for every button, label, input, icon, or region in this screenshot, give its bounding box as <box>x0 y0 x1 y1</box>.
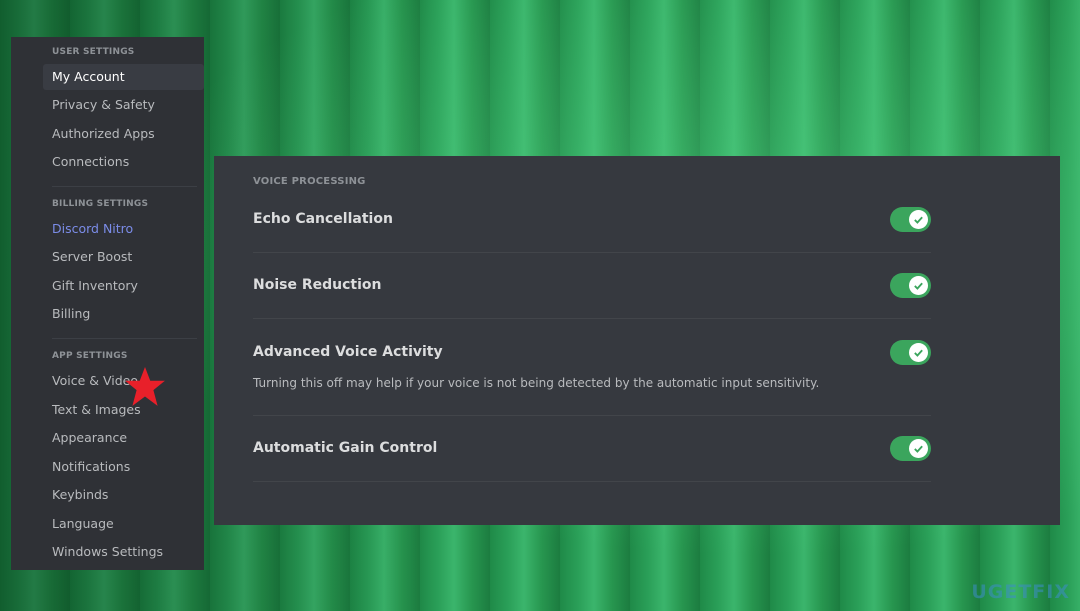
setting-title: Noise Reduction <box>253 277 382 293</box>
check-icon <box>909 343 928 362</box>
voice-processing-panel: VOICE PROCESSING Echo Cancellation Noise… <box>214 156 1060 525</box>
setting-description: Turning this off may help if your voice … <box>253 376 820 390</box>
sidebar-item-server-boost[interactable]: Server Boost <box>43 244 204 270</box>
sidebar-item-windows-settings[interactable]: Windows Settings <box>43 539 204 565</box>
sidebar-item-keybinds[interactable]: Keybinds <box>43 482 204 508</box>
setting-advanced-voice-activity: Advanced Voice Activity Turning this off… <box>253 340 931 390</box>
divider <box>253 252 931 253</box>
sidebar-item-gift-inventory[interactable]: Gift Inventory <box>43 273 204 299</box>
sidebar-item-privacy-safety[interactable]: Privacy & Safety <box>43 92 204 118</box>
echo-cancellation-toggle[interactable] <box>890 207 931 232</box>
section-billing-settings: BILLING SETTINGS <box>52 199 149 209</box>
watermark-logo: UGETFIX <box>971 581 1070 603</box>
setting-title: Automatic Gain Control <box>253 440 438 456</box>
sidebar-item-language[interactable]: Language <box>43 511 204 537</box>
sidebar-item-my-account[interactable]: My Account <box>43 64 204 90</box>
sidebar-item-discord-nitro[interactable]: Discord Nitro <box>43 216 204 242</box>
annotation-star-icon <box>125 367 165 406</box>
section-header: VOICE PROCESSING <box>253 176 366 187</box>
sidebar-item-notifications[interactable]: Notifications <box>43 454 204 480</box>
divider <box>253 415 931 416</box>
divider <box>253 481 931 482</box>
check-icon <box>909 276 928 295</box>
setting-noise-reduction: Noise Reduction <box>253 273 931 298</box>
check-icon <box>909 439 928 458</box>
setting-title: Echo Cancellation <box>253 211 393 227</box>
divider <box>52 186 197 187</box>
setting-echo-cancellation: Echo Cancellation <box>253 207 931 232</box>
section-user-settings: USER SETTINGS <box>52 47 135 57</box>
check-icon <box>909 210 928 229</box>
section-app-settings: APP SETTINGS <box>52 351 128 361</box>
settings-sidebar: USER SETTINGS My Account Privacy & Safet… <box>11 37 204 570</box>
advanced-voice-activity-toggle[interactable] <box>890 340 931 365</box>
divider <box>253 318 931 319</box>
sidebar-item-connections[interactable]: Connections <box>43 149 204 175</box>
divider <box>52 338 197 339</box>
noise-reduction-toggle[interactable] <box>890 273 931 298</box>
sidebar-item-billing[interactable]: Billing <box>43 301 204 327</box>
sidebar-item-appearance[interactable]: Appearance <box>43 425 204 451</box>
automatic-gain-control-toggle[interactable] <box>890 436 931 461</box>
setting-automatic-gain-control: Automatic Gain Control <box>253 436 931 461</box>
sidebar-item-authorized-apps[interactable]: Authorized Apps <box>43 121 204 147</box>
setting-title: Advanced Voice Activity <box>253 344 443 360</box>
